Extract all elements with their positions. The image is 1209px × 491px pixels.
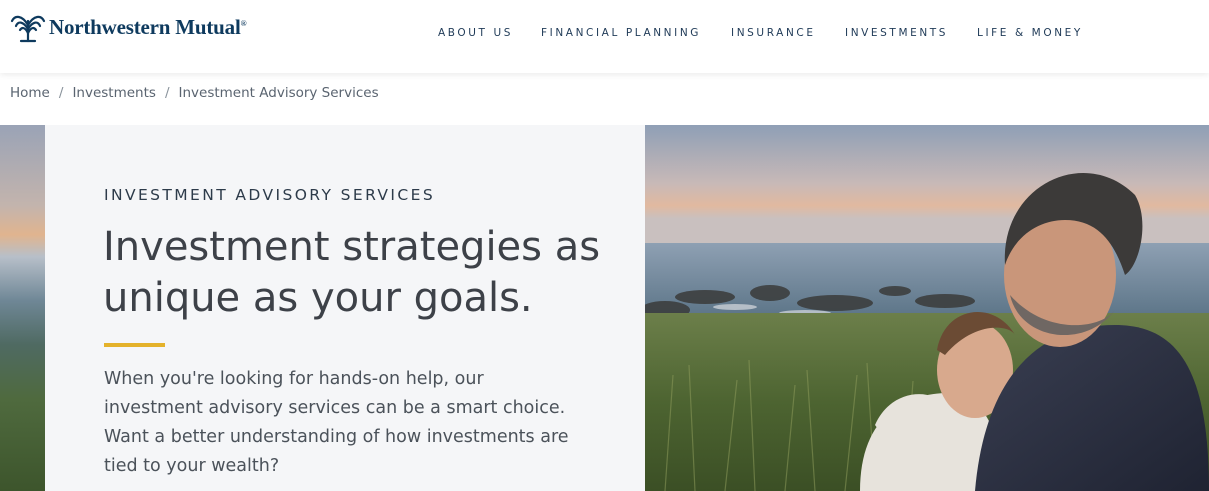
nav-item-financial-planning[interactable]: FINANCIAL PLANNING (541, 27, 701, 39)
hero-body-text: When you're looking for hands-on help, o… (104, 369, 569, 476)
couple-by-sea-photo (645, 125, 1209, 491)
breadcrumb-home[interactable]: Home (10, 85, 50, 101)
site-header: Northwestern Mutual® ABOUT US FINANCIAL … (0, 0, 1209, 73)
hero-section: INVESTMENT ADVISORY SERVICES Investment … (0, 125, 1209, 491)
accent-divider (104, 343, 165, 347)
breadcrumb-investments[interactable]: Investments (72, 85, 156, 101)
breadcrumb-separator: / (164, 85, 170, 101)
hero-headline: Investment strategies as unique as your … (103, 224, 601, 321)
hero-text-card: INVESTMENT ADVISORY SERVICES Investment … (45, 125, 645, 491)
nav-item-investments[interactable]: INVESTMENTS (845, 27, 948, 39)
nav-item-life-and-money[interactable]: LIFE & MONEY (977, 27, 1083, 39)
breadcrumb-separator: / (58, 85, 64, 101)
fountain-logo-icon (10, 15, 46, 43)
brand-name: Northwestern Mutual® (49, 14, 247, 39)
nav-item-about-us[interactable]: ABOUT US (438, 27, 513, 39)
brand-logo[interactable]: Northwestern Mutual® (10, 11, 247, 43)
registered-mark: ® (240, 18, 247, 28)
breadcrumb-current: Investment Advisory Services (178, 85, 379, 101)
hero-eyebrow: INVESTMENT ADVISORY SERVICES (104, 186, 436, 204)
nav-item-insurance[interactable]: INSURANCE (731, 27, 816, 39)
breadcrumb: Home / Investments / Investment Advisory… (10, 85, 379, 101)
